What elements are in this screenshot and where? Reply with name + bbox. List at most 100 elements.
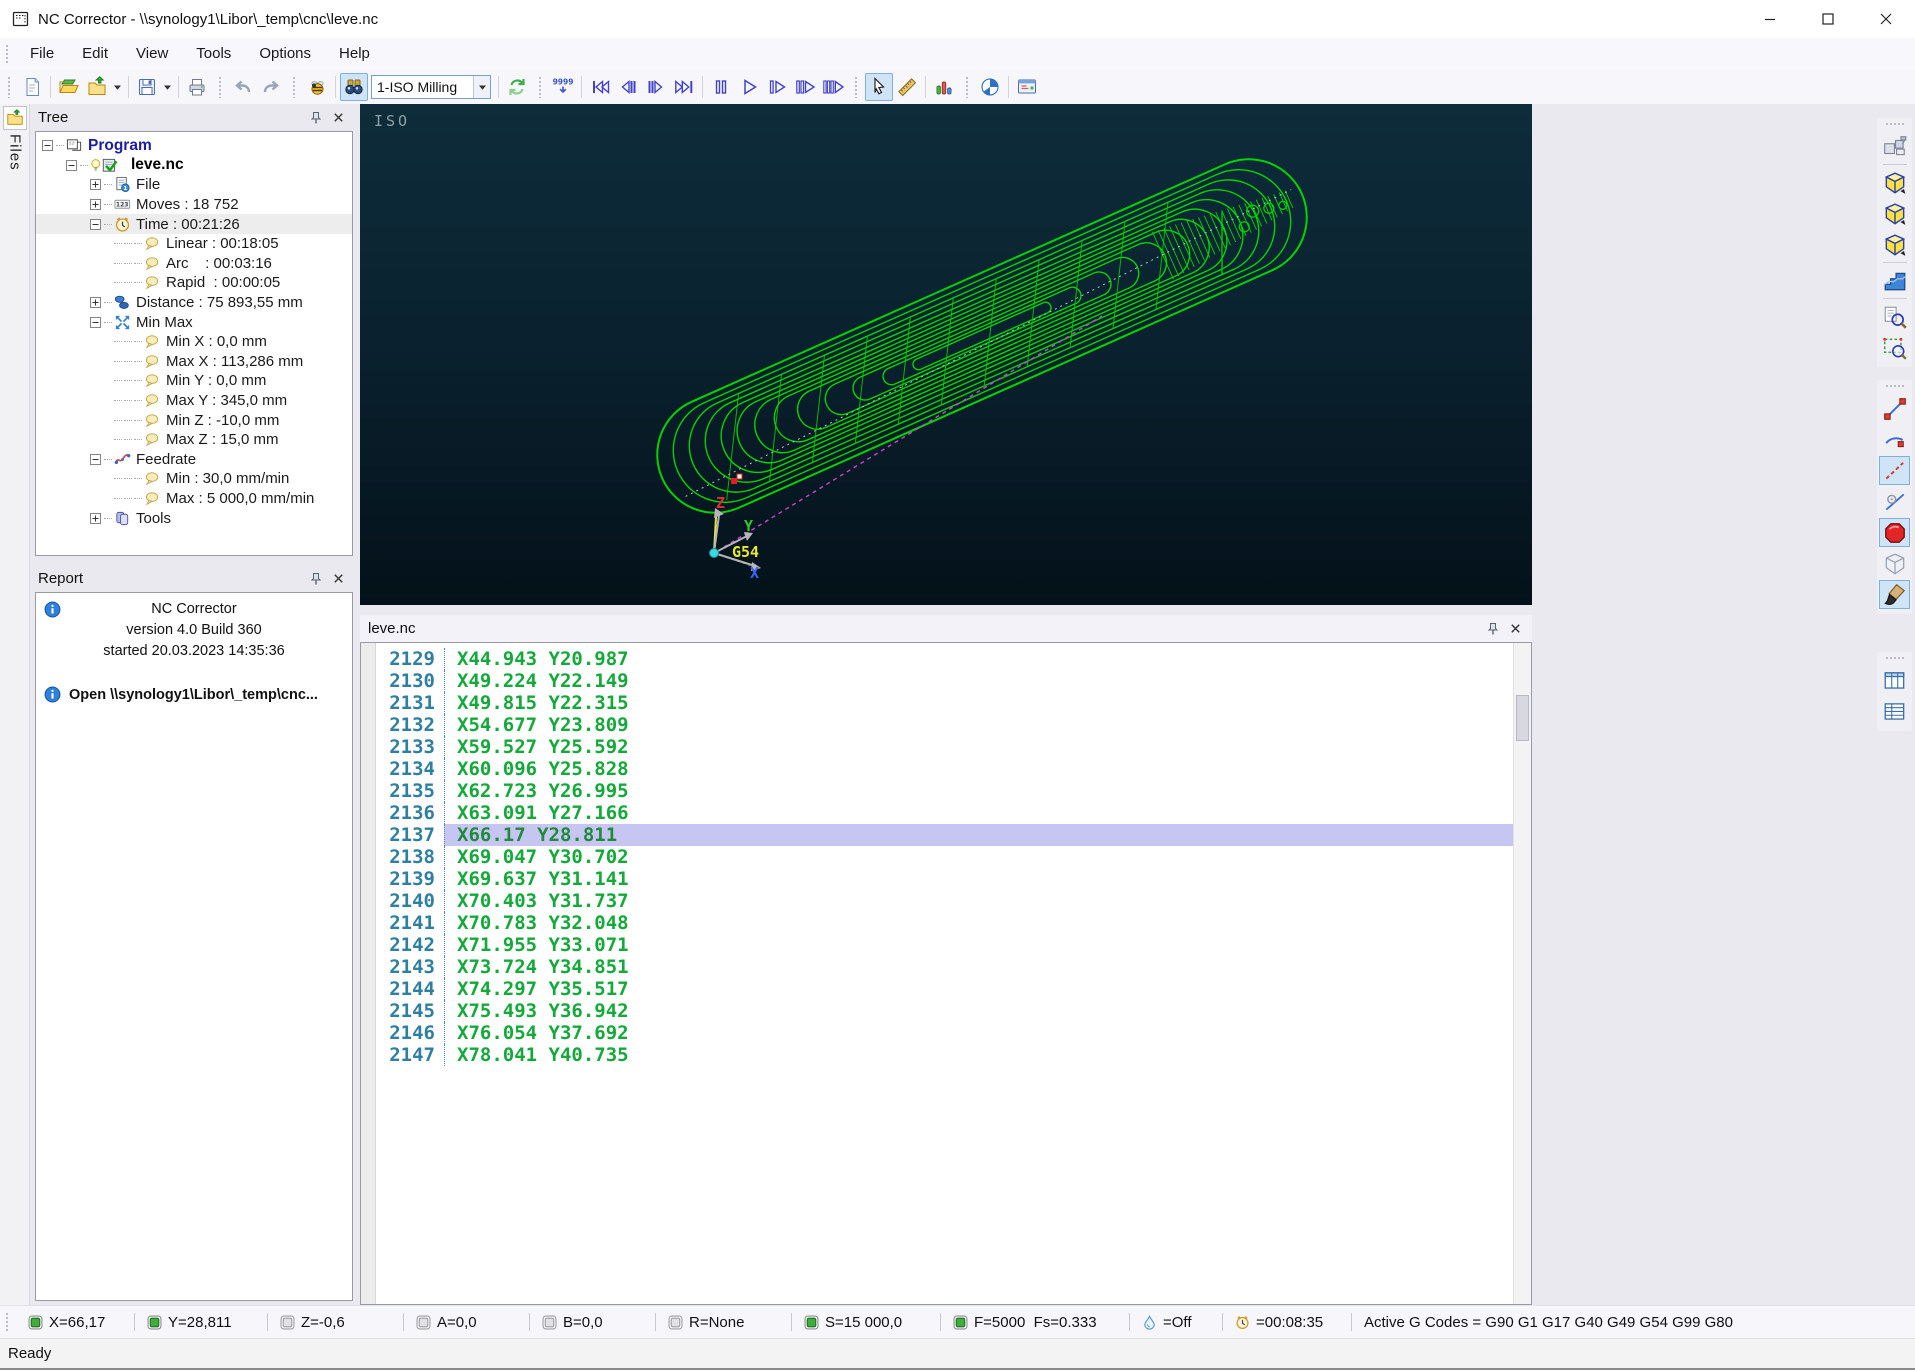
- menu-item-edit[interactable]: Edit: [68, 38, 122, 70]
- step-forward-button[interactable]: [642, 73, 670, 101]
- toolbar-grip[interactable]: [218, 76, 223, 98]
- expander-minus-icon[interactable]: [90, 218, 101, 230]
- menu-item-view[interactable]: View: [122, 38, 182, 70]
- code-line-2140[interactable]: 2140 X70.403 Y31.737: [376, 890, 1513, 912]
- toolbar-grip[interactable]: [965, 76, 970, 98]
- minimize-button[interactable]: [1741, 0, 1799, 38]
- tree-item-arc[interactable]: Arc : 00:03:16: [36, 254, 352, 274]
- code-line-2144[interactable]: 2144 X74.297 Y35.517: [376, 978, 1513, 1000]
- code-line-2129[interactable]: 2129 X44.943 Y20.987: [376, 648, 1513, 670]
- brush-tool-button[interactable]: [1879, 580, 1910, 609]
- viewport-3d[interactable]: ISO Z Y X G54: [360, 104, 1532, 605]
- expander-minus-icon[interactable]: [90, 316, 101, 328]
- play-fast-button[interactable]: [791, 73, 819, 101]
- combo-dropdown-button[interactable]: [473, 76, 490, 98]
- expander-minus-icon[interactable]: [66, 159, 77, 171]
- spot-tool-button[interactable]: [1879, 518, 1910, 547]
- maximize-button[interactable]: [1799, 0, 1857, 38]
- tree-item-program[interactable]: Program: [36, 136, 352, 156]
- code-line-2143[interactable]: 2143 X73.724 Y34.851: [376, 956, 1513, 978]
- close-button[interactable]: [1857, 0, 1915, 38]
- code-line-2142[interactable]: 2142 X71.955 Y33.071: [376, 934, 1513, 956]
- tree-item-linear[interactable]: Linear : 00:18:05: [36, 234, 352, 254]
- code-line-2131[interactable]: 2131 X49.815 Y22.315: [376, 692, 1513, 714]
- stairs-view-button[interactable]: [1879, 266, 1910, 295]
- reload-button[interactable]: [503, 73, 531, 101]
- save-file-button[interactable]: [133, 73, 161, 101]
- open-file-button[interactable]: [55, 73, 83, 101]
- find-button[interactable]: [340, 73, 368, 101]
- code-line-2135[interactable]: 2135 X62.723 Y26.995: [376, 780, 1513, 802]
- tree-item-tools[interactable]: Tools: [36, 508, 352, 528]
- tree-item-min-y[interactable]: Min Y : 0,0 mm: [36, 371, 352, 391]
- tree-item-min-z[interactable]: Min Z : -10,0 mm: [36, 410, 352, 430]
- pie-analysis-button[interactable]: [976, 73, 1004, 101]
- menu-item-options[interactable]: Options: [245, 38, 325, 70]
- code-line-2133[interactable]: 2133 X59.527 Y25.592: [376, 736, 1513, 758]
- machine-view-button[interactable]: [1879, 132, 1910, 161]
- play-faster-button[interactable]: [819, 73, 847, 101]
- statistics-button[interactable]: [930, 73, 958, 101]
- zoom-window-button[interactable]: [1879, 333, 1910, 362]
- iso-view-1-button[interactable]: [1879, 168, 1910, 197]
- expander-minus-icon[interactable]: [42, 140, 53, 152]
- arc-tool-button[interactable]: [1879, 425, 1910, 454]
- files-tab[interactable]: Files: [0, 106, 30, 171]
- settings-screen-button[interactable]: [1013, 73, 1041, 101]
- close-icon[interactable]: [329, 570, 347, 588]
- code-line-2138[interactable]: 2138 X69.047 Y30.702: [376, 846, 1513, 868]
- tangent-tool-button[interactable]: [1879, 487, 1910, 516]
- measure-button[interactable]: [893, 73, 921, 101]
- code-scrollbar[interactable]: [1513, 643, 1531, 1304]
- step-back-button[interactable]: [614, 73, 642, 101]
- code-line-2146[interactable]: 2146 X76.054 Y37.692: [376, 1022, 1513, 1044]
- code-line-2130[interactable]: 2130 X49.224 Y22.149: [376, 670, 1513, 692]
- open-recent-button[interactable]: [83, 73, 111, 101]
- tree-item-max-x[interactable]: Max X : 113,286 mm: [36, 352, 352, 372]
- code-editor[interactable]: 2129 X44.943 Y20.987 2130 X49.224 Y22.149 21…: [360, 642, 1532, 1305]
- toolbar-grip[interactable]: [1884, 656, 1905, 661]
- tree-item-min-max[interactable]: Min Max: [36, 312, 352, 332]
- tree-item-distance[interactable]: Distance : 75 893,55 mm: [36, 293, 352, 313]
- new-file-button[interactable]: [18, 73, 46, 101]
- iso-view-2-button[interactable]: [1879, 199, 1910, 228]
- pin-icon[interactable]: [307, 109, 325, 127]
- code-line-2136[interactable]: 2136 X63.091 Y27.166: [376, 802, 1513, 824]
- code-line-2139[interactable]: 2139 X69.637 Y31.141: [376, 868, 1513, 890]
- open-recent-dropdown-button[interactable]: [111, 73, 124, 101]
- goto-line-button[interactable]: 9999: [549, 73, 577, 101]
- interpreter-combo[interactable]: 1-ISO Milling: [371, 75, 491, 99]
- menu-item-help[interactable]: Help: [325, 38, 384, 70]
- toolbar-grip[interactable]: [854, 76, 859, 98]
- code-line-2132[interactable]: 2132 X54.677 Y23.809: [376, 714, 1513, 736]
- close-icon[interactable]: [1506, 620, 1524, 638]
- expander-plus-icon[interactable]: [90, 512, 101, 524]
- expander-plus-icon[interactable]: [90, 297, 101, 309]
- menu-grip[interactable]: [5, 44, 10, 64]
- pin-icon[interactable]: [307, 570, 325, 588]
- toolbar-grip[interactable]: [1884, 384, 1905, 389]
- toolbar-grip[interactable]: [1884, 122, 1905, 127]
- tree-item-min-x[interactable]: Min X : 0,0 mm: [36, 332, 352, 352]
- code-line-2145[interactable]: 2145 X75.493 Y36.942: [376, 1000, 1513, 1022]
- tree-item-file[interactable]: 1 File: [36, 175, 352, 195]
- toolbar-grip[interactable]: [538, 76, 543, 98]
- menu-item-tools[interactable]: Tools: [182, 38, 245, 70]
- save-dropdown-button[interactable]: [161, 73, 174, 101]
- fast-forward-button[interactable]: [670, 73, 698, 101]
- print-button[interactable]: [183, 73, 211, 101]
- pin-icon[interactable]: [1484, 620, 1502, 638]
- toolbar-grip[interactable]: [292, 76, 297, 98]
- toolbar-grip[interactable]: [7, 76, 12, 98]
- code-line-2137[interactable]: 2137 X66.17 Y28.811: [376, 824, 1513, 846]
- undo-button[interactable]: [229, 73, 257, 101]
- tree-item-min[interactable]: Min : 30,0 mm/min: [36, 469, 352, 489]
- code-line-2141[interactable]: 2141 X70.783 Y32.048: [376, 912, 1513, 934]
- code-line-2134[interactable]: 2134 X60.096 Y25.828: [376, 758, 1513, 780]
- play-button[interactable]: [735, 73, 763, 101]
- scrollbar-thumb[interactable]: [1516, 695, 1529, 741]
- tree-item-time[interactable]: Time : 00:21:26: [36, 214, 352, 234]
- close-icon[interactable]: [329, 109, 347, 127]
- expander-minus-icon[interactable]: [90, 453, 101, 465]
- tree-item-moves[interactable]: 123 Moves : 18 752: [36, 195, 352, 215]
